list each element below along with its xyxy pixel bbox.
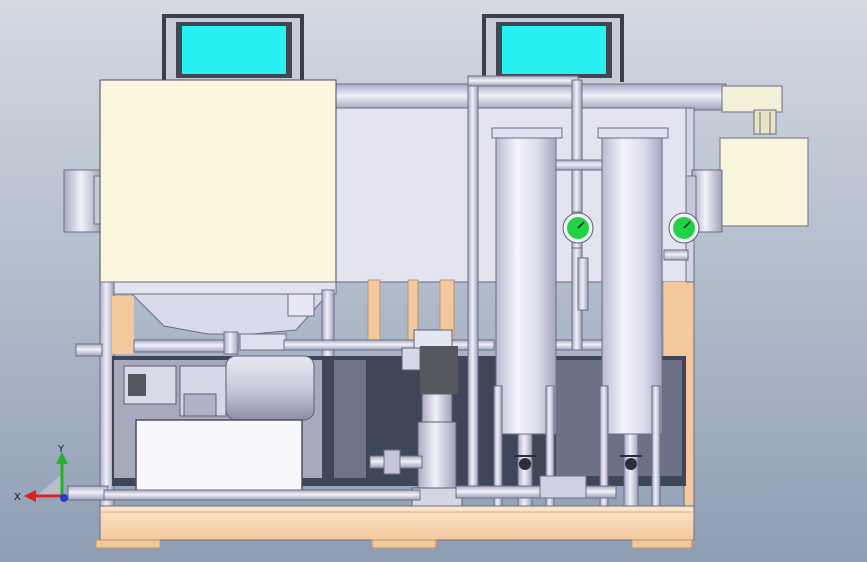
monitor-screen (182, 26, 286, 74)
right-junction-box (719, 137, 809, 227)
filter-column-right (597, 127, 669, 507)
hopper-unit (99, 79, 337, 335)
pressure-gauge-icon (562, 212, 594, 244)
cad-assembly-viewport: X Y (0, 0, 867, 562)
monitor-left (162, 14, 304, 82)
monitor-right (482, 14, 624, 82)
pressure-gauge-right (668, 212, 700, 244)
pump-motor-head (420, 346, 458, 394)
pressure-gauge-icon (668, 212, 700, 244)
monitor-screen (502, 26, 606, 74)
filter-column-left (491, 127, 563, 507)
left-flange (63, 169, 105, 233)
triad-y-label: Y (57, 444, 65, 455)
triad-x-label: X (14, 492, 21, 503)
reservoir-box (135, 419, 303, 501)
motor-terminal (128, 374, 146, 396)
